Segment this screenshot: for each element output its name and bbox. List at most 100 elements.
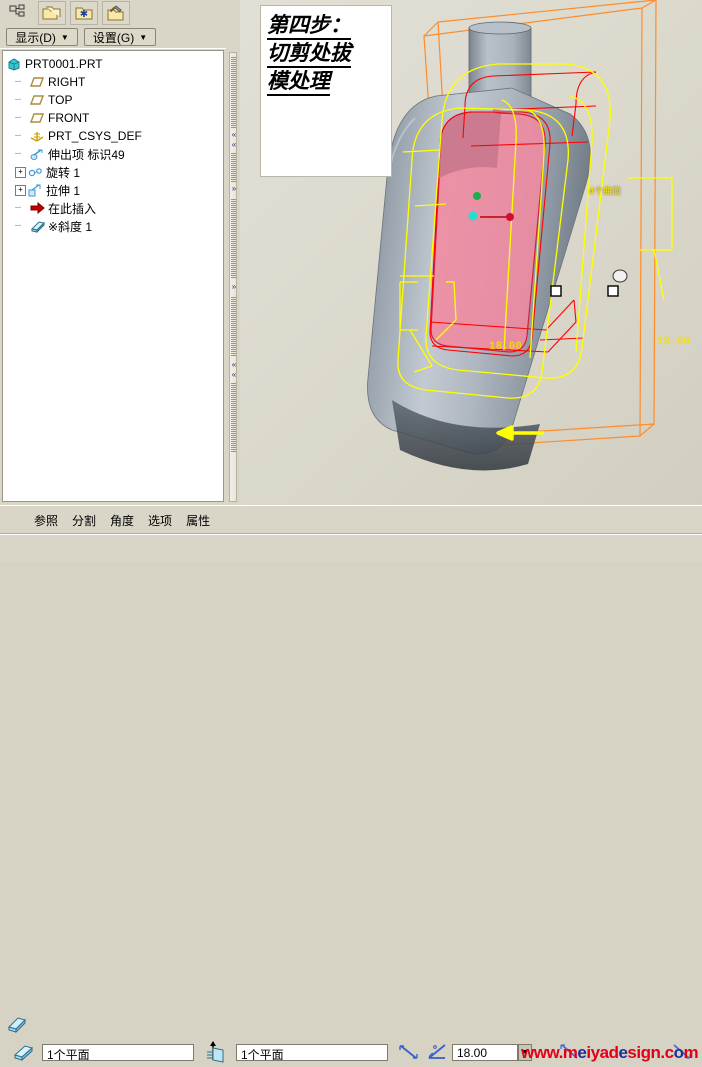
tree-branch-line: — xyxy=(15,149,26,160)
splitter-grip xyxy=(231,383,236,453)
chevron-right-icon[interactable]: » xyxy=(230,185,238,194)
tree-item-3[interactable]: — FRONT xyxy=(7,109,223,127)
splitter-handle[interactable]: « « » » « « xyxy=(229,52,237,502)
tree-icon-toolbar: ✱ xyxy=(0,0,226,26)
dimension-right-label[interactable]: 18.00 xyxy=(657,336,690,348)
dimension-left-label[interactable]: 18.00 xyxy=(489,341,522,353)
tree-item-7[interactable]: +拉伸 1 xyxy=(7,181,223,199)
watermark-letter: y xyxy=(591,1043,600,1062)
tree-item-label: ※斜度 1 xyxy=(48,218,92,235)
neutral-plane-field[interactable]: 1个平面 xyxy=(236,1044,388,1061)
dashboard-tab-0[interactable]: 参照 xyxy=(34,512,58,529)
cyan-point-marker[interactable] xyxy=(469,212,478,221)
green-point-marker[interactable] xyxy=(473,192,481,200)
tree-item-label: PRT0001.PRT xyxy=(25,57,103,71)
tree-expand-toggle[interactable]: + xyxy=(15,185,26,196)
settings-menu-label: 设置(G) xyxy=(93,29,134,46)
dashboard-tab-2[interactable]: 角度 xyxy=(110,512,134,529)
splitter-grip xyxy=(231,199,236,279)
datum-plane-icon xyxy=(30,112,48,124)
tree-item-label: 旋转 1 xyxy=(46,164,80,181)
settings-menu-button[interactable]: 设置(G) ▼ xyxy=(84,28,156,46)
chevron-down-icon: ▼ xyxy=(139,33,147,42)
tree-item-label: FRONT xyxy=(48,111,89,125)
chevron-left-icon[interactable]: « xyxy=(230,131,238,140)
chevron-left-icon[interactable]: « xyxy=(230,361,238,370)
model-tree-list[interactable]: PRT0001.PRT—RIGHT—TOP—FRONT—PRT_CSYS_DEF… xyxy=(2,50,224,502)
tree-item-6[interactable]: + 旋转 1 xyxy=(7,163,223,181)
drag-handle[interactable] xyxy=(608,286,618,296)
watermark-letter: s xyxy=(627,1043,636,1062)
tree-item-4[interactable]: — PRT_CSYS_DEF xyxy=(7,127,223,145)
neutral-plane-icon xyxy=(205,1040,229,1064)
datum-plane-icon xyxy=(30,94,48,106)
instruction-note: 第四步： 切剪处拔 模处理 xyxy=(260,5,392,177)
model-tree-icon[interactable] xyxy=(4,1,32,25)
dashboard-tab-4[interactable]: 属性 xyxy=(186,512,210,529)
display-menu-button[interactable]: 显示(D) ▼ xyxy=(6,28,78,46)
watermark-letter: g xyxy=(641,1043,651,1062)
tree-item-2[interactable]: —TOP xyxy=(7,91,223,109)
note-line-2: 切剪处拔 xyxy=(267,40,351,68)
flip-angle-icon[interactable] xyxy=(672,1043,694,1062)
draft-surface-icon xyxy=(12,1043,38,1063)
tree-item-1[interactable]: — RIGHT xyxy=(7,73,223,91)
watermark-letter: d xyxy=(609,1043,619,1062)
highlighted-draft-surface xyxy=(431,111,545,352)
dashboard-divider-light xyxy=(0,534,702,535)
flip-direction-button[interactable] xyxy=(398,1043,422,1062)
flip-angle-icon[interactable] xyxy=(560,1043,582,1062)
copy-folder-icon[interactable] xyxy=(38,1,66,25)
watermark-letter: w xyxy=(546,1043,558,1062)
note-line-1: 第四步： xyxy=(267,12,351,40)
watermark-letter: . xyxy=(660,1043,664,1062)
drag-handle[interactable] xyxy=(551,286,561,296)
red-point-marker[interactable] xyxy=(506,213,514,221)
tree-menu-row: 显示(D) ▼ 设置(G) ▼ xyxy=(0,26,226,49)
splitter-grip xyxy=(231,153,236,183)
tree-item-label: RIGHT xyxy=(48,75,85,89)
tree-item-label: TOP xyxy=(48,93,72,107)
splitter-grip xyxy=(231,297,236,357)
chevron-left-icon[interactable]: « xyxy=(230,371,238,380)
watermark-letter: n xyxy=(651,1043,661,1062)
draft-surface-field[interactable]: 1个平面 xyxy=(42,1044,194,1061)
part-icon xyxy=(7,58,25,71)
tree-branch-line: — xyxy=(15,203,26,214)
folder-settings-icon[interactable] xyxy=(102,1,130,25)
watermark-letter: i xyxy=(636,1043,640,1062)
surface-count-label: 4个曲面 xyxy=(589,184,621,197)
watermark-letter: w xyxy=(534,1043,547,1062)
dashboard-tab-1[interactable]: 分割 xyxy=(72,512,96,529)
tree-branch-line: — xyxy=(15,131,26,142)
chevron-down-icon: ▼ xyxy=(61,33,69,42)
dashboard-tabs[interactable]: 参照分割角度选项属性 xyxy=(34,509,224,531)
chevron-left-icon[interactable]: « xyxy=(230,141,238,150)
tree-item-label: 在此插入 xyxy=(48,200,96,217)
chevron-right-icon[interactable]: » xyxy=(230,283,238,292)
draft-angle-dropdown[interactable]: ▼ xyxy=(518,1044,532,1061)
extrude-icon xyxy=(28,184,46,197)
draft-icon xyxy=(30,220,48,233)
draft-angle-icon xyxy=(426,1043,450,1062)
tree-branch-line: — xyxy=(15,113,26,124)
draft-angle-field[interactable]: 18.00 xyxy=(452,1044,518,1061)
svg-text:✱: ✱ xyxy=(80,9,88,20)
dashboard-tab-3[interactable]: 选项 xyxy=(148,512,172,529)
datum-plane-icon xyxy=(30,76,48,88)
rotation-handle[interactable] xyxy=(613,270,627,282)
tree-item-0[interactable]: PRT0001.PRT xyxy=(7,55,223,73)
panel-splitter[interactable]: « « » » « « xyxy=(226,0,240,505)
feature-dashboard: 参照分割角度选项属性 1个平面 1个平面 xyxy=(0,505,702,562)
new-folder-icon[interactable]: ✱ xyxy=(70,1,98,25)
tree-expand-toggle[interactable]: + xyxy=(15,167,26,178)
tree-item-5[interactable]: — 伸出项 标识49 xyxy=(7,145,223,163)
tree-item-9[interactable]: — ※斜度 1 xyxy=(7,217,223,235)
tree-item-8[interactable]: — 在此插入 xyxy=(7,199,223,217)
tree-item-label: PRT_CSYS_DEF xyxy=(48,129,142,143)
tree-item-label: 伸出项 标识49 xyxy=(48,146,125,163)
graphics-viewport[interactable]: 4个曲面 18.00 18.00 第四步： 切剪处拔 模处理 xyxy=(240,0,702,505)
tree-branch-line: — xyxy=(15,77,26,88)
tree-branch-line: — xyxy=(15,221,26,232)
revolve-icon xyxy=(28,166,46,179)
